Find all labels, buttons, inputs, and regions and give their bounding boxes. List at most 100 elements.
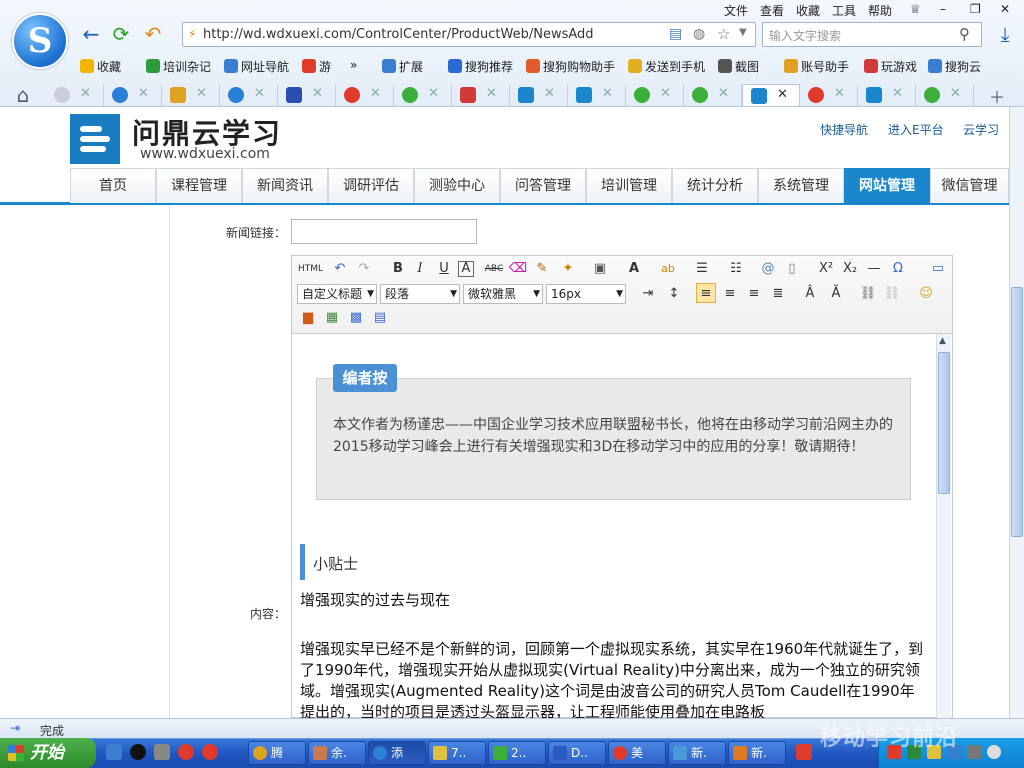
justify-icon[interactable]: ≣ (768, 284, 788, 304)
strikethrough-icon[interactable]: ABC (482, 259, 506, 279)
fav-item[interactable]: 收藏 (80, 58, 121, 75)
nav-home[interactable]: 首页 (70, 168, 156, 203)
browser-tab[interactable]: ✕ (162, 84, 220, 106)
nav-system[interactable]: 系统管理 (758, 168, 844, 203)
fav-item[interactable]: 网址导航 (224, 58, 289, 75)
page-scroll-thumb[interactable] (1011, 287, 1023, 537)
browser-tab[interactable]: ✕ (220, 84, 278, 106)
italic-icon[interactable]: I (410, 259, 430, 279)
news-link-input[interactable] (291, 219, 477, 244)
quicklaunch-icon[interactable] (202, 744, 218, 760)
nav-survey[interactable]: 调研评估 (328, 168, 414, 203)
taskbar-item[interactable]: 美 (608, 741, 666, 765)
nav-news[interactable]: 新闻资讯 (242, 168, 328, 203)
editor-scrollbar[interactable]: ▲ (936, 334, 951, 718)
close-window-icon[interactable]: ✕ (1000, 2, 1010, 16)
font-border-icon[interactable]: A (458, 261, 474, 277)
taskbar-item[interactable]: 新. (728, 741, 786, 765)
font-color-icon[interactable]: A (624, 259, 644, 279)
undo-icon[interactable]: ↶ (330, 259, 350, 279)
unlink-icon[interactable]: ⛓ (882, 284, 902, 304)
chevron-down-icon[interactable]: ▼ (739, 27, 747, 38)
html-source-icon[interactable]: HTML (298, 259, 323, 279)
eraser-icon[interactable]: ⌫ (508, 259, 528, 279)
font-family-select[interactable]: 微软雅黑 ▼ (463, 284, 543, 304)
paragraph-select[interactable]: 段落 ▼ (380, 284, 460, 304)
page-icon[interactable]: ▤ (669, 26, 682, 42)
volume-icon[interactable] (987, 745, 1001, 759)
insert-link-icon[interactable]: ⛓ (858, 284, 878, 304)
fullscreen-icon[interactable]: ▭ (928, 259, 948, 279)
nav-training[interactable]: 培训管理 (586, 168, 672, 203)
highlight-icon[interactable]: ab (658, 259, 678, 279)
sogou-browser-logo[interactable]: S (12, 13, 68, 69)
browser-tab[interactable]: ✕ (510, 84, 568, 106)
horizontal-rule-icon[interactable]: — (864, 259, 884, 279)
fav-item[interactable]: 培训杂记 (146, 58, 211, 75)
align-right-icon[interactable]: ≡ (744, 284, 764, 304)
sidebar-toggle-icon[interactable]: ⇥ (10, 721, 20, 735)
browser-tab[interactable]: ✕ (626, 84, 684, 106)
page-scrollbar[interactable] (1009, 107, 1024, 718)
browser-tab[interactable]: ✕ (46, 84, 104, 106)
auto-format-icon[interactable]: ✦ (558, 259, 578, 279)
fav-item[interactable]: 搜狗云 (928, 58, 981, 75)
nav-wechat[interactable]: 微信管理 (930, 168, 1009, 203)
star-icon[interactable]: ☆ (717, 25, 730, 43)
start-button[interactable]: 开始 (0, 738, 96, 768)
taskbar-item-active[interactable]: 添 (368, 741, 426, 765)
download-icon[interactable]: ⤓ (992, 22, 1018, 46)
custom-heading-select[interactable]: 自定义标题 ▼ (297, 284, 377, 304)
font-size-select[interactable]: 16px ▼ (546, 284, 626, 304)
nav-stats[interactable]: 统计分析 (672, 168, 758, 203)
address-bar[interactable]: ⚡ http://wd.wdxuexi.com/ControlCenter/Pr… (182, 22, 756, 47)
quicklaunch-icon[interactable] (154, 744, 170, 760)
menu-help[interactable]: 帮助 (868, 2, 892, 19)
search-input[interactable]: 输入文字搜索 ⚲ (762, 22, 982, 47)
fav-item[interactable]: 截图 (718, 58, 759, 75)
browser-tab[interactable]: ✕ (916, 84, 974, 106)
underline-icon[interactable]: U (434, 259, 454, 279)
menu-favorites[interactable]: 收藏 (796, 2, 820, 19)
text-direction-icon[interactable]: Â (800, 284, 820, 304)
back-icon[interactable]: ← (78, 22, 104, 46)
insert-video-icon[interactable]: ▩ (346, 308, 366, 328)
menu-file[interactable]: 文件 (724, 2, 748, 19)
insert-multi-image-icon[interactable]: ▦ (322, 308, 342, 328)
nav-tests[interactable]: 测验中心 (414, 168, 500, 203)
fav-item[interactable]: 玩游戏 (864, 58, 917, 75)
taskbar-item[interactable]: 余. (308, 741, 366, 765)
fav-item[interactable]: 发送到手机 (628, 58, 705, 75)
taskbar-item[interactable]: 新. (668, 741, 726, 765)
subscript-icon[interactable]: X₂ (840, 259, 860, 279)
editor-scroll-thumb[interactable] (938, 352, 950, 494)
browser-tab[interactable]: ✕ (568, 84, 626, 106)
shield-icon[interactable]: ◍ (693, 26, 705, 42)
refresh-icon[interactable]: ⟳ (108, 22, 134, 46)
fav-item[interactable]: 搜狗推荐 (448, 58, 513, 75)
align-left-icon[interactable]: ≡ (696, 283, 716, 303)
nav-qa[interactable]: 问答管理 (500, 168, 586, 203)
insert-image-icon[interactable]: ▆ (298, 308, 318, 328)
ordered-list-icon[interactable]: ☰ (692, 259, 712, 279)
browser-tab[interactable]: ✕ (858, 84, 916, 106)
quicklaunch-qq-icon[interactable] (130, 744, 146, 760)
indent-icon[interactable]: ⇥ (638, 284, 658, 304)
more-icon[interactable]: » (350, 58, 357, 72)
nav-courses[interactable]: 课程管理 (156, 168, 242, 203)
taskbar-item[interactable]: 2.. (488, 741, 546, 765)
align-center-icon[interactable]: ≡ (720, 284, 740, 304)
taskbar-item[interactable]: D.. (548, 741, 606, 765)
doc-icon[interactable]: ▯ (782, 259, 802, 279)
format-brush-icon[interactable]: ✎ (532, 259, 552, 279)
quicklaunch-icon[interactable] (178, 744, 194, 760)
fav-item[interactable]: 账号助手 (784, 58, 849, 75)
paste-icon[interactable]: ▣ (590, 259, 610, 279)
e-platform-link[interactable]: 进入E平台 (888, 121, 944, 138)
home-icon[interactable]: ⌂ (10, 83, 36, 107)
fav-item[interactable]: 扩展 (382, 58, 423, 75)
browser-tab[interactable]: ✕ (278, 84, 336, 106)
superscript-icon[interactable]: X² (816, 259, 836, 279)
fav-item[interactable]: 游 (302, 58, 331, 75)
special-char-icon[interactable]: Ω (888, 259, 908, 279)
